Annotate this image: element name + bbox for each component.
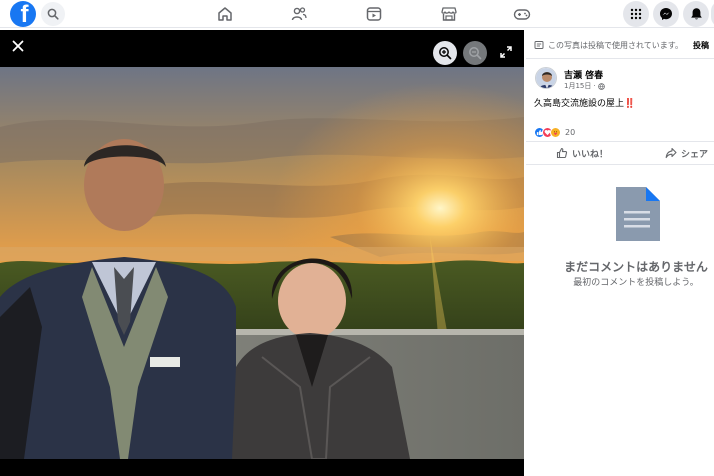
close-icon [12, 40, 24, 52]
notifications-icon [690, 8, 702, 20]
close-button[interactable] [8, 36, 28, 56]
info-document-icon [534, 41, 544, 49]
zoom-in-icon [439, 47, 452, 60]
post-meta: 1月15日 · [564, 81, 605, 91]
zoom-out-button[interactable] [463, 41, 487, 65]
post-photo[interactable] [0, 67, 524, 459]
divider [526, 58, 714, 59]
no-comments-title: まだコメントはありません [564, 260, 708, 274]
search-button[interactable] [41, 2, 65, 26]
messenger-button[interactable] [653, 1, 679, 27]
no-comments-subtitle: 最初のコメントを投稿しよう。 [573, 278, 699, 288]
author-name[interactable]: 吉瀬 啓春 [564, 68, 603, 81]
empty-comments-document-icon [616, 187, 660, 241]
nav-gaming[interactable] [512, 4, 532, 24]
zoom-in-button[interactable] [433, 41, 457, 65]
home-icon [218, 7, 232, 21]
share-arrow-icon [665, 147, 677, 159]
top-navigation-bar: f [0, 0, 714, 28]
post-usage-text: この写真は投稿で使用されています。 [548, 40, 683, 50]
avatar-image [536, 68, 556, 88]
thumbs-up-icon [556, 147, 568, 159]
fullscreen-button[interactable] [498, 44, 514, 60]
facebook-logo[interactable]: f [10, 1, 36, 27]
nav-home[interactable] [215, 4, 235, 24]
double-exclamation-emoji: ‼️ [624, 99, 636, 109]
nav-friends[interactable] [289, 4, 309, 24]
reaction-summary[interactable]: 20 [534, 126, 575, 138]
care-reaction-icon [550, 126, 561, 138]
friends-icon [291, 7, 307, 21]
video-icon [366, 7, 382, 21]
notifications-button[interactable] [683, 1, 709, 27]
share-button-label: シェア [681, 149, 709, 160]
view-post-link[interactable]: 投稿 [693, 40, 709, 51]
divider [526, 164, 714, 165]
post-usage-notice: この写真は投稿で使用されています。 投稿 [534, 38, 714, 52]
like-button-label: いいね！ [572, 149, 609, 160]
menu-button[interactable] [623, 1, 649, 27]
menu-grid-icon [630, 8, 642, 20]
like-button[interactable]: いいね！ [556, 146, 608, 160]
photo-viewer [0, 30, 524, 476]
messenger-icon [660, 8, 672, 20]
search-icon [47, 8, 59, 20]
public-globe-icon [597, 82, 605, 90]
divider [526, 141, 714, 142]
post-date[interactable]: 1月15日 [564, 81, 591, 91]
zoom-out-icon [469, 47, 482, 60]
sunset-rooftop-photo [0, 67, 524, 459]
marketplace-icon [441, 7, 457, 21]
share-button[interactable]: シェア [665, 146, 708, 160]
nav-marketplace[interactable] [439, 4, 459, 24]
facebook-logo-letter: f [20, 1, 29, 27]
post-caption: 久高島交流施設の屋上‼️ [534, 96, 635, 109]
gaming-icon [513, 9, 531, 20]
fullscreen-icon [500, 46, 512, 58]
comments-panel: この写真は投稿で使用されています。 投稿 吉瀬 啓春 1月15日 · 久高島交流… [526, 30, 714, 476]
post-caption-text: 久高島交流施設の屋上 [534, 99, 625, 109]
author-avatar[interactable] [535, 67, 557, 89]
nav-video[interactable] [364, 4, 384, 24]
reaction-count: 20 [565, 127, 576, 137]
